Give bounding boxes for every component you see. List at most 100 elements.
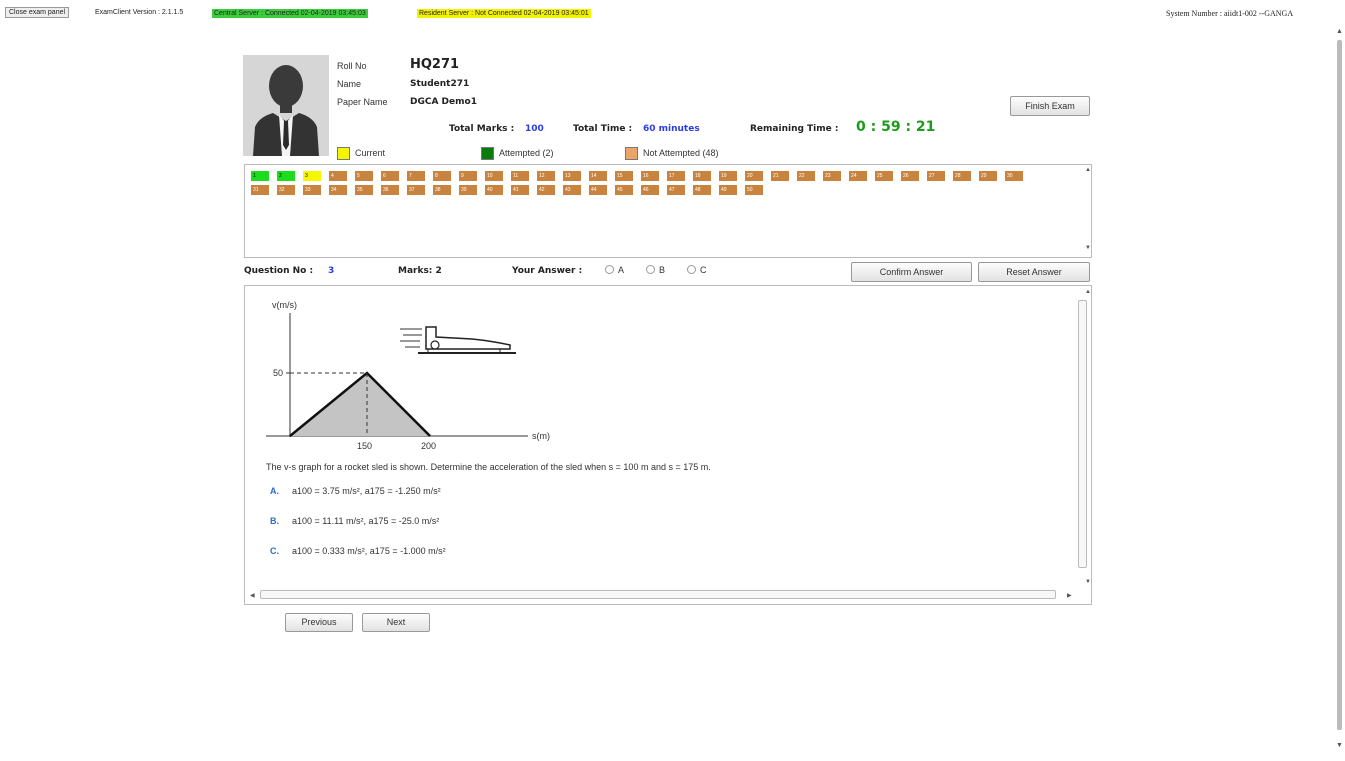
question-palette-button-36[interactable]: 36 [381,185,399,195]
question-palette-button-18[interactable]: 18 [693,171,711,181]
question-palette-button-1[interactable]: 1 [251,171,269,181]
question-palette-button-27[interactable]: 27 [927,171,945,181]
previous-button[interactable]: Previous [285,613,353,632]
option-c-letter[interactable]: C. [270,546,279,556]
question-palette-button-45[interactable]: 45 [615,185,633,195]
question-no-label: Question No : [244,266,314,276]
question-palette-button-48[interactable]: 48 [693,185,711,195]
question-palette-button-12[interactable]: 12 [537,171,555,181]
y-tick-label: 50 [273,368,283,378]
x-tick-label-150: 150 [357,441,372,451]
total-time-value: 60 minutes [643,124,700,134]
remaining-time-label: Remaining Time : [750,124,839,134]
question-palette-button-34[interactable]: 34 [329,185,347,195]
question-palette-button-43[interactable]: 43 [563,185,581,195]
legend-attempted-swatch [481,147,494,160]
question-scroll-right-icon[interactable]: ▶ [1067,592,1072,599]
question-palette-button-35[interactable]: 35 [355,185,373,195]
question-scroll-up-icon[interactable]: ▲ [1085,289,1091,295]
question-palette-button-26[interactable]: 26 [901,171,919,181]
question-vertical-scrollbar[interactable] [1078,300,1087,568]
question-palette-button-10[interactable]: 10 [485,171,503,181]
your-answer-label: Your Answer : [512,266,583,276]
question-palette-button-4[interactable]: 4 [329,171,347,181]
question-palette-button-49[interactable]: 49 [719,185,737,195]
question-palette-button-44[interactable]: 44 [589,185,607,195]
paper-name-label: Paper Name [337,97,388,107]
graph-area-fill [290,373,430,436]
question-palette-button-16[interactable]: 16 [641,171,659,181]
remaining-time-value: 0 : 59 : 21 [856,119,936,135]
question-palette-button-14[interactable]: 14 [589,171,607,181]
question-palette-button-41[interactable]: 41 [511,185,529,195]
question-palette-button-9[interactable]: 9 [459,171,477,181]
page-scroll-down-icon[interactable]: ▼ [1336,742,1343,749]
x-tick-label-200: 200 [421,441,436,451]
question-palette-button-3[interactable]: 3 [303,171,321,181]
finish-exam-button[interactable]: Finish Exam [1010,96,1090,116]
question-scroll-left-icon[interactable]: ◀ [250,592,255,599]
option-a-letter[interactable]: A. [270,486,279,496]
question-palette-button-7[interactable]: 7 [407,171,425,181]
question-palette-button-42[interactable]: 42 [537,185,555,195]
question-palette-button-23[interactable]: 23 [823,171,841,181]
name-value: Student271 [410,79,470,89]
question-palette-button-17[interactable]: 17 [667,171,685,181]
question-text: The v-s graph for a rocket sled is shown… [266,462,711,472]
question-palette-button-8[interactable]: 8 [433,171,451,181]
question-palette-button-24[interactable]: 24 [849,171,867,181]
paper-name-value: DGCA Demo1 [410,97,477,107]
question-palette-button-38[interactable]: 38 [433,185,451,195]
question-palette-button-2[interactable]: 2 [277,171,295,181]
option-c-text[interactable]: a100 = 0.333 m/s², a175 = -1.000 m/s² [292,546,446,556]
question-palette-button-50[interactable]: 50 [745,185,763,195]
palette-scroll-up-icon[interactable]: ▲ [1085,167,1091,173]
legend-attempted-label: Attempted (2) [499,148,554,158]
answer-radio-c[interactable] [687,265,696,274]
question-horizontal-scrollbar[interactable] [260,590,1056,599]
question-palette-button-25[interactable]: 25 [875,171,893,181]
next-button[interactable]: Next [362,613,430,632]
question-palette-button-22[interactable]: 22 [797,171,815,181]
answer-radio-a[interactable] [605,265,614,274]
question-scroll-down-icon[interactable]: ▼ [1085,579,1091,585]
question-palette: ▲ ▼ 1 2 3 4 5 6 7 8 9 10 11 12 13 14 15 16 17 18 19 20 21 22 2… [244,164,1092,258]
question-palette-button-19[interactable]: 19 [719,171,737,181]
velocity-displacement-figure: v(m/s) s(m) 50 150 200 [266,300,550,451]
legend-current-swatch [337,147,350,160]
reset-answer-button[interactable]: Reset Answer [978,262,1090,282]
option-b-text[interactable]: a100 = 11.11 m/s², a175 = -25.0 m/s² [292,516,439,526]
palette-scroll-down-icon[interactable]: ▼ [1085,245,1091,251]
question-palette-button-30[interactable]: 30 [1005,171,1023,181]
total-marks-value: 100 [525,124,544,134]
question-palette-button-6[interactable]: 6 [381,171,399,181]
question-palette-button-13[interactable]: 13 [563,171,581,181]
close-exam-panel-button[interactable]: Close exam panel [5,7,70,18]
central-server-status: Central Server : Connected 02-04-2019 03… [212,9,368,18]
candidate-photo [243,55,329,156]
question-palette-button-32[interactable]: 32 [277,185,295,195]
answer-radio-c-label: C [700,265,707,275]
question-palette-button-5[interactable]: 5 [355,171,373,181]
question-palette-button-46[interactable]: 46 [641,185,659,195]
question-palette-button-28[interactable]: 28 [953,171,971,181]
question-palette-button-37[interactable]: 37 [407,185,425,195]
question-palette-button-47[interactable]: 47 [667,185,685,195]
option-b-letter[interactable]: B. [270,516,279,526]
answer-radio-b[interactable] [646,265,655,274]
question-palette-button-15[interactable]: 15 [615,171,633,181]
question-no-value: 3 [328,266,335,276]
question-palette-button-39[interactable]: 39 [459,185,477,195]
question-palette-button-40[interactable]: 40 [485,185,503,195]
question-palette-button-20[interactable]: 20 [745,171,763,181]
question-palette-button-31[interactable]: 31 [251,185,269,195]
page-scroll-up-icon[interactable]: ▲ [1336,28,1343,35]
question-palette-button-21[interactable]: 21 [771,171,789,181]
legend-not-attempted-label: Not Attempted (48) [643,148,719,158]
question-palette-button-11[interactable]: 11 [511,171,529,181]
page-scrollbar[interactable] [1337,40,1342,730]
confirm-answer-button[interactable]: Confirm Answer [851,262,972,282]
option-a-text[interactable]: a100 = 3.75 m/s², a175 = -1.250 m/s² [292,486,441,496]
question-palette-button-29[interactable]: 29 [979,171,997,181]
question-palette-button-33[interactable]: 33 [303,185,321,195]
